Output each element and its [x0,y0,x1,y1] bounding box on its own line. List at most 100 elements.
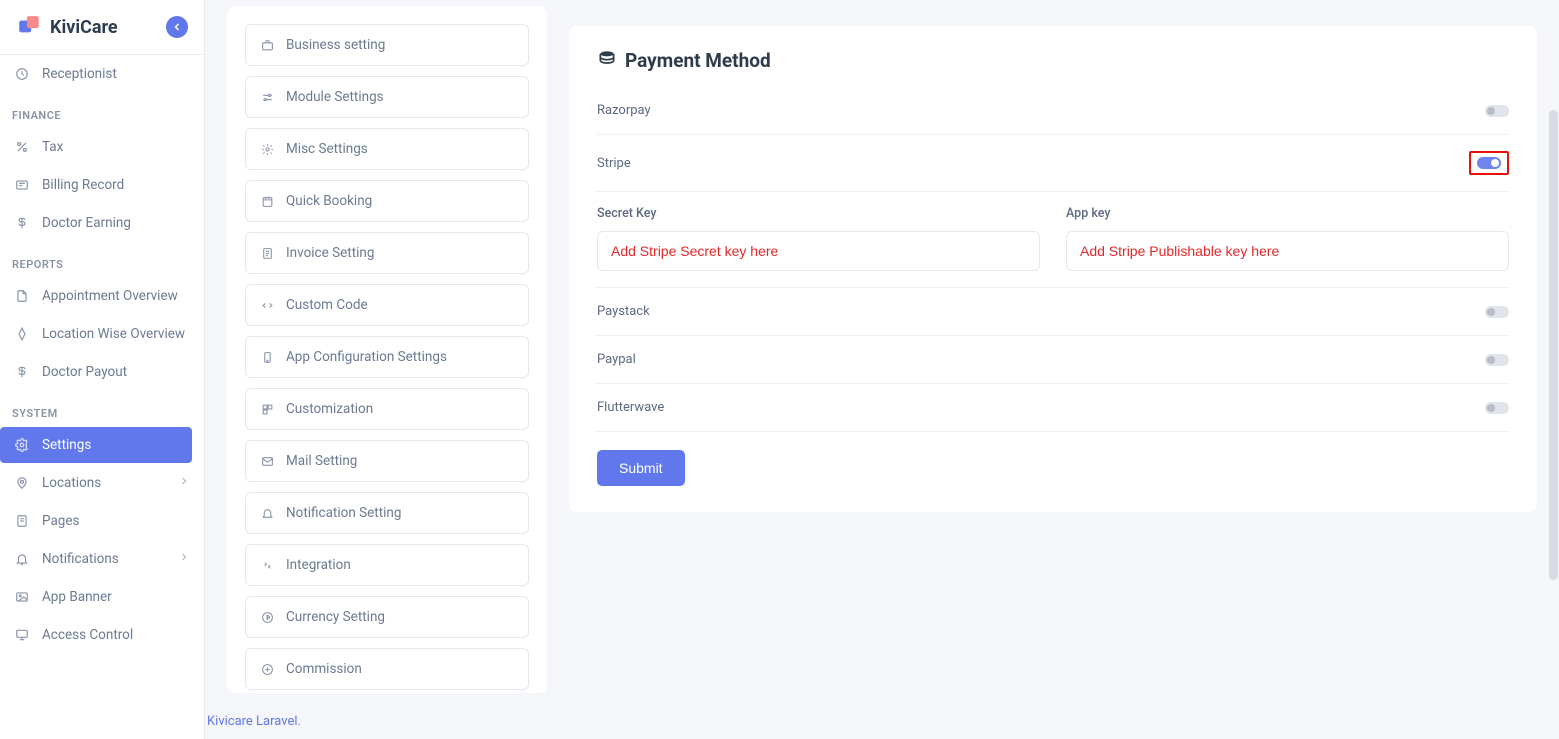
sidebar-item-label: Access Control [42,627,133,643]
settings-tile-label: Integration [286,557,351,573]
paypal-toggle[interactable] [1485,354,1509,366]
currency-icon [260,610,274,624]
coins-icon [597,48,617,73]
provider-row-flutterwave: Flutterwave [597,384,1509,432]
panel-header: Payment Method [597,48,1509,73]
settings-tile-module-settings[interactable]: Module Settings [245,76,529,118]
settings-tile-custom-code[interactable]: Custom Code [245,284,529,326]
image-icon [14,589,30,605]
billing-icon [14,177,30,193]
settings-tile-label: Misc Settings [286,141,368,157]
sidebar-item-access-control[interactable]: Access Control [0,617,204,653]
code-icon [260,298,274,312]
calendar-icon [260,194,274,208]
settings-tile-notification-setting[interactable]: Notification Setting [245,492,529,534]
settings-tile-currency-setting[interactable]: Currency Setting [245,596,529,638]
briefcase-icon [260,38,274,52]
sidebar-item-location-wise-overview[interactable]: Location Wise Overview [0,316,204,352]
settings-tile-commission[interactable]: Commission [245,648,529,690]
sidebar-section-system: SYSTEM [0,391,204,426]
location-icon [14,326,30,342]
razorpay-toggle[interactable] [1485,105,1509,117]
provider-row-razorpay: Razorpay [597,87,1509,135]
settings-tile-integration[interactable]: Integration [245,544,529,586]
percent-icon [14,139,30,155]
sidebar-item-app-banner[interactable]: App Banner [0,579,204,615]
sidebar-item-receptionist[interactable]: Receptionist [0,56,204,92]
chevron-right-icon [178,551,190,567]
paystack-toggle[interactable] [1485,306,1509,318]
sidebar-item-appointment-overview[interactable]: Appointment Overview [0,278,204,314]
commission-icon [260,662,274,676]
settings-tile-business-setting[interactable]: Business setting [245,24,529,66]
sidebar-item-label: Doctor Earning [42,215,131,231]
stripe-toggle[interactable] [1477,157,1501,169]
settings-tile-quick-booking[interactable]: Quick Booking [245,180,529,222]
settings-tile-label: Mail Setting [286,453,357,469]
settings-tile-label: Commission [286,661,362,677]
sidebar-item-label: Notifications [42,551,119,567]
sidebar-item-doctor-earning[interactable]: Doctor Earning [0,205,204,241]
mobile-icon [260,350,274,364]
sidebar-item-notifications[interactable]: Notifications [0,541,204,577]
sidebar-item-label: Billing Record [42,177,124,193]
brand-name: KiviCare [50,17,118,38]
sidebar-item-label: Locations [42,475,101,491]
sidebar-item-billing-record[interactable]: Billing Record [0,167,204,203]
bell-icon [260,506,274,520]
settings-tile-customization[interactable]: Customization [245,388,529,430]
panel-title: Payment Method [625,49,771,72]
settings-tile-invoice-setting[interactable]: Invoice Setting [245,232,529,274]
sidebar-item-settings[interactable]: Settings [0,427,192,463]
dollar-icon [14,364,30,380]
sidebar-item-label: Doctor Payout [42,364,127,380]
sidebar-header: KiviCare [0,0,204,55]
settings-tile-label: Invoice Setting [286,245,374,261]
chevron-right-icon [178,475,190,491]
sidebar-collapse-button[interactable] [166,16,188,38]
stripe-app-key-input[interactable] [1066,231,1509,271]
stripe-secret-key-field: Secret Key [597,206,1040,271]
sliders-icon [260,90,274,104]
stripe-toggle-highlight [1469,151,1509,175]
secret-key-label: Secret Key [597,206,1040,221]
bell-icon [14,551,30,567]
sidebar-item-pages[interactable]: Pages [0,503,204,539]
sidebar-item-label: Location Wise Overview [42,326,185,342]
sidebar-item-label: Pages [42,513,80,529]
settings-tile-label: Custom Code [286,297,368,313]
sidebar-item-locations[interactable]: Locations [0,465,204,501]
page-icon [14,513,30,529]
settings-tile-misc-settings[interactable]: Misc Settings [245,128,529,170]
provider-row-stripe: Stripe [597,135,1509,192]
settings-tile-mail-setting[interactable]: Mail Setting [245,440,529,482]
gear-icon [14,437,30,453]
flutterwave-toggle[interactable] [1485,402,1509,414]
invoice-icon [260,246,274,260]
sidebar: KiviCare Receptionist FINANCE Tax Billin… [0,0,205,739]
settings-tile-label: Customization [286,401,373,417]
provider-row-paystack: Paystack [597,288,1509,336]
page-scrollbar[interactable] [1549,110,1558,580]
app-key-label: App key [1066,206,1509,221]
footer-link[interactable]: Kivicare Laravel. [207,714,301,729]
submit-button[interactable]: Submit [597,450,685,486]
sidebar-item-doctor-payout[interactable]: Doctor Payout [0,354,204,390]
stripe-app-key-field: App key [1066,206,1509,271]
customize-icon [260,402,274,416]
sidebar-section-reports: REPORTS [0,242,204,277]
pin-icon [14,475,30,491]
app-shell: KiviCare Receptionist FINANCE Tax Billin… [0,0,1559,739]
stripe-secret-key-input[interactable] [597,231,1040,271]
sidebar-item-tax[interactable]: Tax [0,129,204,165]
settings-menu-panel: Business setting Module Settings Misc Se… [227,6,547,693]
integration-icon [260,558,274,572]
sidebar-section-finance: FINANCE [0,93,204,128]
stripe-keys-row: Secret Key App key [597,192,1509,288]
settings-tile-label: Notification Setting [286,505,401,521]
sidebar-item-label: App Banner [42,589,112,605]
dashboard-icon [14,66,30,82]
settings-tile-app-configuration[interactable]: App Configuration Settings [245,336,529,378]
settings-tile-label: Business setting [286,37,385,53]
brand-logo[interactable]: KiviCare [16,14,118,40]
